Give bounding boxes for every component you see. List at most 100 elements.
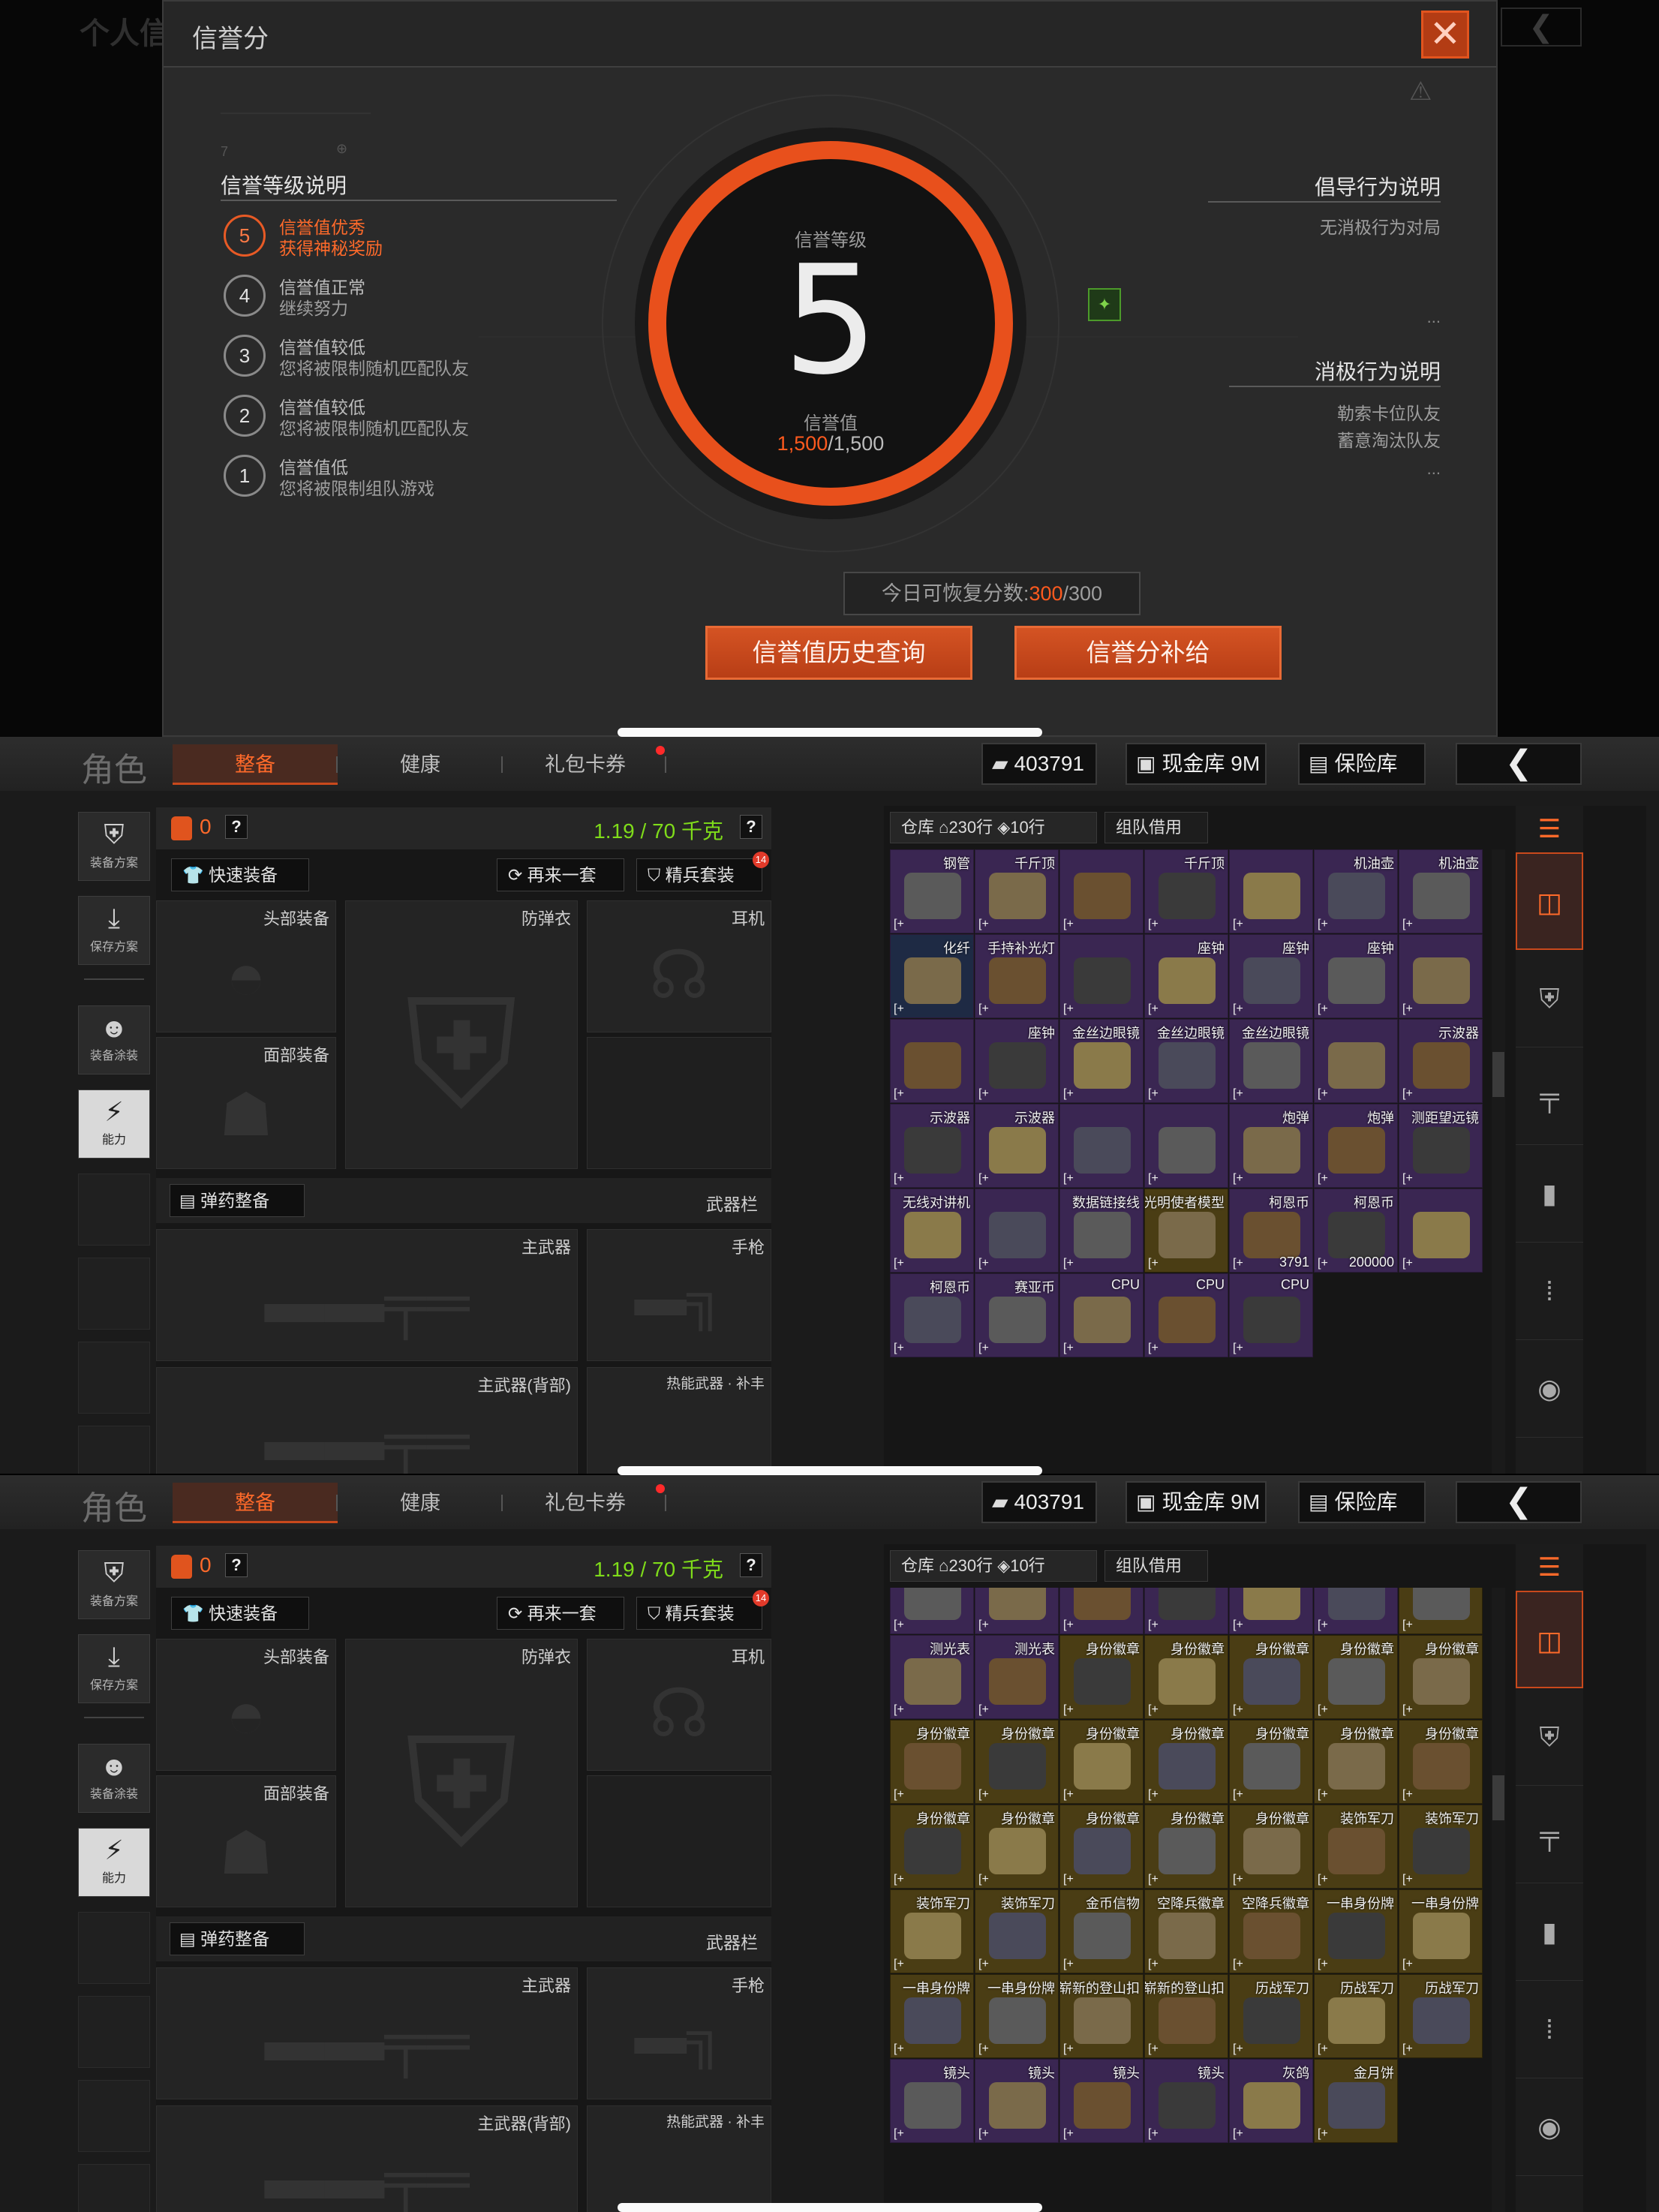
- category-magazine-icon[interactable]: ▮: [1516, 1145, 1583, 1243]
- item-action-icon[interactable]: [+: [1233, 918, 1243, 931]
- stash-item[interactable]: 座钟 [+: [1314, 934, 1398, 1018]
- main-weapon-slot[interactable]: 主武器 ▬▬╤═: [156, 1229, 578, 1361]
- stash-item[interactable]: [+: [1399, 934, 1483, 1018]
- stash-item[interactable]: 一串身份牌 [+: [975, 1974, 1059, 2058]
- team-borrow-tab[interactable]: 组队借用: [1104, 812, 1208, 843]
- stash-item[interactable]: [+: [1399, 1189, 1483, 1273]
- stash-item[interactable]: [+: [1314, 1588, 1398, 1634]
- save-plan-button[interactable]: ⤓ 保存方案: [78, 896, 150, 965]
- item-action-icon[interactable]: [+: [894, 1342, 904, 1355]
- item-action-icon[interactable]: [+: [1233, 1087, 1243, 1101]
- item-action-icon[interactable]: [+: [1318, 1257, 1328, 1270]
- stash-item[interactable]: 金丝边眼镜 [+: [1144, 1019, 1228, 1103]
- item-action-icon[interactable]: [+: [1318, 1618, 1328, 1632]
- item-action-icon[interactable]: [+: [978, 1002, 989, 1016]
- stash-scrollbar[interactable]: [1492, 1588, 1505, 2212]
- item-action-icon[interactable]: [+: [894, 1257, 904, 1270]
- help-icon[interactable]: ?: [225, 1553, 248, 1577]
- item-action-icon[interactable]: [+: [894, 2127, 904, 2141]
- stash-item[interactable]: 光明使者模型 [+: [1144, 1189, 1228, 1273]
- weight-help-icon[interactable]: ?: [740, 815, 762, 839]
- stash-item[interactable]: [+: [1229, 849, 1313, 933]
- item-action-icon[interactable]: [+: [1148, 1172, 1159, 1186]
- stash-item[interactable]: 身份徽章 [+: [890, 1720, 974, 1804]
- stash-item[interactable]: 身份徽章 [+: [1229, 1805, 1313, 1889]
- item-action-icon[interactable]: [+: [1233, 1788, 1243, 1802]
- stash-item[interactable]: 装饰军刀 [+: [890, 1889, 974, 1973]
- paint-button[interactable]: ☻ 装备涂装: [78, 1005, 150, 1074]
- category-armor-icon[interactable]: ⛨: [1516, 1688, 1583, 1786]
- item-action-icon[interactable]: [+: [978, 918, 989, 931]
- ear-slot[interactable]: 耳机 ☊: [587, 900, 771, 1032]
- category-scope-icon[interactable]: ◉: [1516, 2078, 1583, 2176]
- stash-item[interactable]: 手持补光灯 [+: [975, 934, 1059, 1018]
- item-action-icon[interactable]: [+: [1148, 1257, 1159, 1270]
- item-action-icon[interactable]: [+: [1402, 1002, 1413, 1016]
- item-action-icon[interactable]: [+: [894, 2042, 904, 2056]
- tab-health[interactable]: 健康: [345, 1483, 495, 1523]
- sort-icon[interactable]: ☰: [1516, 806, 1583, 852]
- scroll-thumb[interactable]: [1492, 1052, 1504, 1097]
- item-action-icon[interactable]: [+: [978, 1873, 989, 1886]
- stash-item[interactable]: 镜头 [+: [1144, 2059, 1228, 2143]
- loadout-plan-button[interactable]: ⛨ 装备方案: [78, 812, 150, 881]
- item-action-icon[interactable]: [+: [978, 1703, 989, 1717]
- item-action-icon[interactable]: [+: [1402, 1257, 1413, 1270]
- stash-item[interactable]: 身份徽章 [+: [890, 1805, 974, 1889]
- item-action-icon[interactable]: [+: [1148, 1788, 1159, 1802]
- item-action-icon[interactable]: [+: [1318, 1958, 1328, 1971]
- item-action-icon[interactable]: [+: [978, 1342, 989, 1355]
- item-action-icon[interactable]: [+: [1148, 2042, 1159, 2056]
- item-action-icon[interactable]: [+: [1148, 918, 1159, 931]
- stash-item[interactable]: 示波器 [+: [890, 1104, 974, 1188]
- item-action-icon[interactable]: [+: [978, 1257, 989, 1270]
- stash-item[interactable]: 镜头 [+: [975, 2059, 1059, 2143]
- scroll-thumb[interactable]: [1492, 1775, 1504, 1820]
- item-action-icon[interactable]: [+: [894, 1172, 904, 1186]
- stash-item[interactable]: 钢管 [+: [890, 849, 974, 933]
- stash-item[interactable]: [+: [975, 1189, 1059, 1273]
- stash-item[interactable]: 柯恩币 3791 [+: [1229, 1189, 1313, 1273]
- ability-button[interactable]: ⚡ 能力: [78, 1089, 150, 1159]
- head-slot[interactable]: 头部装备 ◓: [156, 1639, 336, 1771]
- stash-item[interactable]: 身份徽章 [+: [1059, 1720, 1144, 1804]
- item-action-icon[interactable]: [+: [1402, 1703, 1413, 1717]
- item-action-icon[interactable]: [+: [1233, 1873, 1243, 1886]
- category-all-icon[interactable]: ◫: [1516, 1591, 1583, 1688]
- item-action-icon[interactable]: [+: [1318, 1172, 1328, 1186]
- stash-item[interactable]: 千斤顶 [+: [1144, 849, 1228, 933]
- item-action-icon[interactable]: [+: [894, 1703, 904, 1717]
- weight-help-icon[interactable]: ?: [740, 1553, 762, 1577]
- stash-item[interactable]: 身份徽章 [+: [975, 1720, 1059, 1804]
- item-action-icon[interactable]: [+: [1063, 1002, 1074, 1016]
- item-action-icon[interactable]: [+: [1402, 1788, 1413, 1802]
- item-action-icon[interactable]: [+: [1402, 2042, 1413, 2056]
- item-action-icon[interactable]: [+: [1318, 1703, 1328, 1717]
- stash-item[interactable]: CPU [+: [1229, 1273, 1313, 1357]
- stash-item[interactable]: [+: [1399, 1588, 1483, 1634]
- item-action-icon[interactable]: [+: [978, 1087, 989, 1101]
- stash-item[interactable]: [+: [1144, 1104, 1228, 1188]
- paint-button[interactable]: ☻ 装备涂装: [78, 1744, 150, 1813]
- item-action-icon[interactable]: [+: [1148, 1703, 1159, 1717]
- stash-item[interactable]: 身份徽章 [+: [1059, 1805, 1144, 1889]
- stash-item[interactable]: [+: [890, 1019, 974, 1103]
- item-action-icon[interactable]: [+: [1063, 1087, 1074, 1101]
- pistol-slot[interactable]: 手枪 ▬╗: [587, 1229, 771, 1361]
- again-set-button[interactable]: ⟳ 再来一套: [497, 1597, 624, 1630]
- stash-item[interactable]: 赛亚币 [+: [975, 1273, 1059, 1357]
- item-action-icon[interactable]: [+: [978, 1788, 989, 1802]
- item-action-icon[interactable]: [+: [894, 1618, 904, 1632]
- stash-item[interactable]: [+: [1229, 1588, 1313, 1634]
- stash-item[interactable]: 座钟 [+: [1144, 934, 1228, 1018]
- category-scope-icon[interactable]: ◉: [1516, 1340, 1583, 1438]
- stash-item[interactable]: 身份徽章 [+: [1059, 1635, 1144, 1719]
- ammo-prepare-button[interactable]: ▤ 弹药整备: [170, 1922, 305, 1955]
- item-action-icon[interactable]: [+: [1233, 1257, 1243, 1270]
- item-action-icon[interactable]: [+: [1233, 1172, 1243, 1186]
- stash-item[interactable]: 灰鸽 [+: [1229, 2059, 1313, 2143]
- thermal-slot[interactable]: 热能武器 · 补丰: [587, 2105, 771, 2212]
- item-action-icon[interactable]: [+: [1233, 1342, 1243, 1355]
- item-action-icon[interactable]: [+: [1148, 1342, 1159, 1355]
- thermal-slot[interactable]: 热能武器 · 补丰: [587, 1367, 771, 1474]
